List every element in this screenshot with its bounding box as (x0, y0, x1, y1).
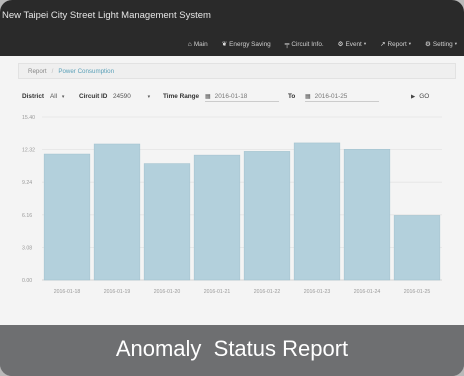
x-tick-label: 2016-01-20 (154, 289, 181, 295)
go-label: GO (419, 93, 430, 100)
nav-item-circuit-info[interactable]: ╤ Circuit Info. (278, 38, 331, 50)
nav-item-label: Energy Saving (229, 40, 271, 48)
bar-2016-01-23[interactable] (293, 142, 341, 281)
district-select[interactable]: All ▾ (50, 93, 64, 100)
app-title: New Taipei City Street Light Management … (2, 10, 211, 21)
breadcrumb-report[interactable]: Report (28, 68, 47, 75)
calendar-icon: ▦ (205, 94, 211, 100)
caption-text: Anomaly Status Report (115, 336, 349, 361)
y-tick-label: 3.08 (22, 245, 32, 251)
home-icon: ⌂ (187, 40, 192, 48)
district-label: District (22, 93, 45, 100)
chevron-down-icon: ▾ (147, 94, 151, 100)
chevron-down-icon: ▾ (363, 41, 367, 46)
nav-item-report[interactable]: ↗ Report ▾ (373, 38, 418, 50)
bar-2016-01-21[interactable] (193, 154, 241, 281)
calendar-icon: ▦ (305, 94, 311, 100)
x-tick-label: 2016-01-21 (204, 289, 231, 295)
bar-2016-01-18[interactable] (43, 153, 91, 281)
start-date-value: 2016-01-18 (214, 93, 248, 100)
end-date-field[interactable]: ▦ 2016-01-25 (305, 91, 379, 102)
nav-item-setting[interactable]: ⚙ Setting ▾ (418, 38, 464, 50)
nav-item-label: Main (193, 40, 208, 48)
y-tick-label: 0.00 (22, 278, 32, 284)
x-tick-label: 2016-01-23 (304, 289, 331, 295)
time-range-label: Time Range (163, 93, 200, 100)
app-screen: New Taipei City Street Light Management … (0, 0, 464, 325)
play-icon: ▶ (411, 94, 416, 100)
nav-item-label: Circuit Info. (291, 40, 324, 48)
chevron-down-icon: ▾ (61, 94, 65, 100)
nav-item-label: Report (387, 40, 407, 48)
y-tick-label: 15.40 (22, 115, 35, 121)
chevron-down-icon: ▾ (408, 41, 411, 46)
breadcrumb-separator: / (51, 67, 54, 75)
end-date-value: 2016-01-25 (314, 93, 348, 100)
nav-menu: ⌂ Main ❦ Energy Saving ╤ Circuit Info. ⚙ Event ▾… (181, 38, 464, 50)
bar-2016-01-24[interactable] (343, 149, 391, 281)
nav-item-main[interactable]: ⌂ Main (181, 38, 215, 50)
circuit-id-value: 24590 (113, 93, 131, 100)
bar-2016-01-19[interactable] (93, 143, 141, 281)
x-tick-label: 2016-01-22 (254, 289, 281, 295)
y-tick-label: 9.24 (22, 180, 32, 186)
line-chart-icon: ↗ (380, 41, 386, 48)
leaf-icon: ❦ (221, 41, 228, 48)
y-tick-label: 6.16 (22, 213, 32, 219)
start-date-field[interactable]: ▦ 2016-01-18 (205, 91, 279, 102)
nav-item-energy-saving[interactable]: ❦ Energy Saving (215, 38, 278, 50)
x-tick-label: 2016-01-24 (354, 289, 381, 295)
breadcrumb-current: Power Consumption (58, 67, 115, 75)
bar-2016-01-20[interactable] (143, 163, 191, 281)
breadcrumb: Report / Power Consumption (18, 63, 456, 79)
go-button[interactable]: ▶ GO (411, 93, 429, 100)
y-tick-label: 12.32 (22, 148, 35, 154)
nav-item-event[interactable]: ⚙ Event ▾ (331, 38, 373, 50)
x-tick-label: 2016-01-25 (404, 289, 431, 295)
tower-icon: ╤ (284, 40, 290, 48)
bar-2016-01-25[interactable] (393, 215, 441, 281)
gears-icon: ⚙ (337, 41, 344, 48)
x-tick-label: 2016-01-19 (104, 289, 131, 295)
chevron-down-icon: ▾ (454, 41, 457, 46)
gears-icon: ⚙ (425, 41, 431, 48)
nav-item-label: Event (345, 40, 362, 48)
circuit-id-select[interactable]: 24590 ▾ (113, 93, 150, 100)
power-consumption-chart: 0.00 3.08 6.16 9.24 12.32 15.40 2016-01-18 2016… (22, 115, 442, 295)
nav-item-label: Setting (432, 40, 453, 48)
navbar: New Taipei City Street Light Management … (0, 0, 464, 56)
to-label: To (288, 93, 296, 100)
district-value: All (50, 93, 58, 100)
bar-2016-01-22[interactable] (243, 151, 291, 281)
circuit-id-label: Circuit ID (79, 93, 108, 100)
frame: New Taipei City Street Light Management … (0, 0, 464, 376)
filter-bar: District All ▾ Circuit ID 24590 ▾ Time R… (22, 90, 462, 104)
x-tick-label: 2016-01-18 (54, 289, 81, 295)
